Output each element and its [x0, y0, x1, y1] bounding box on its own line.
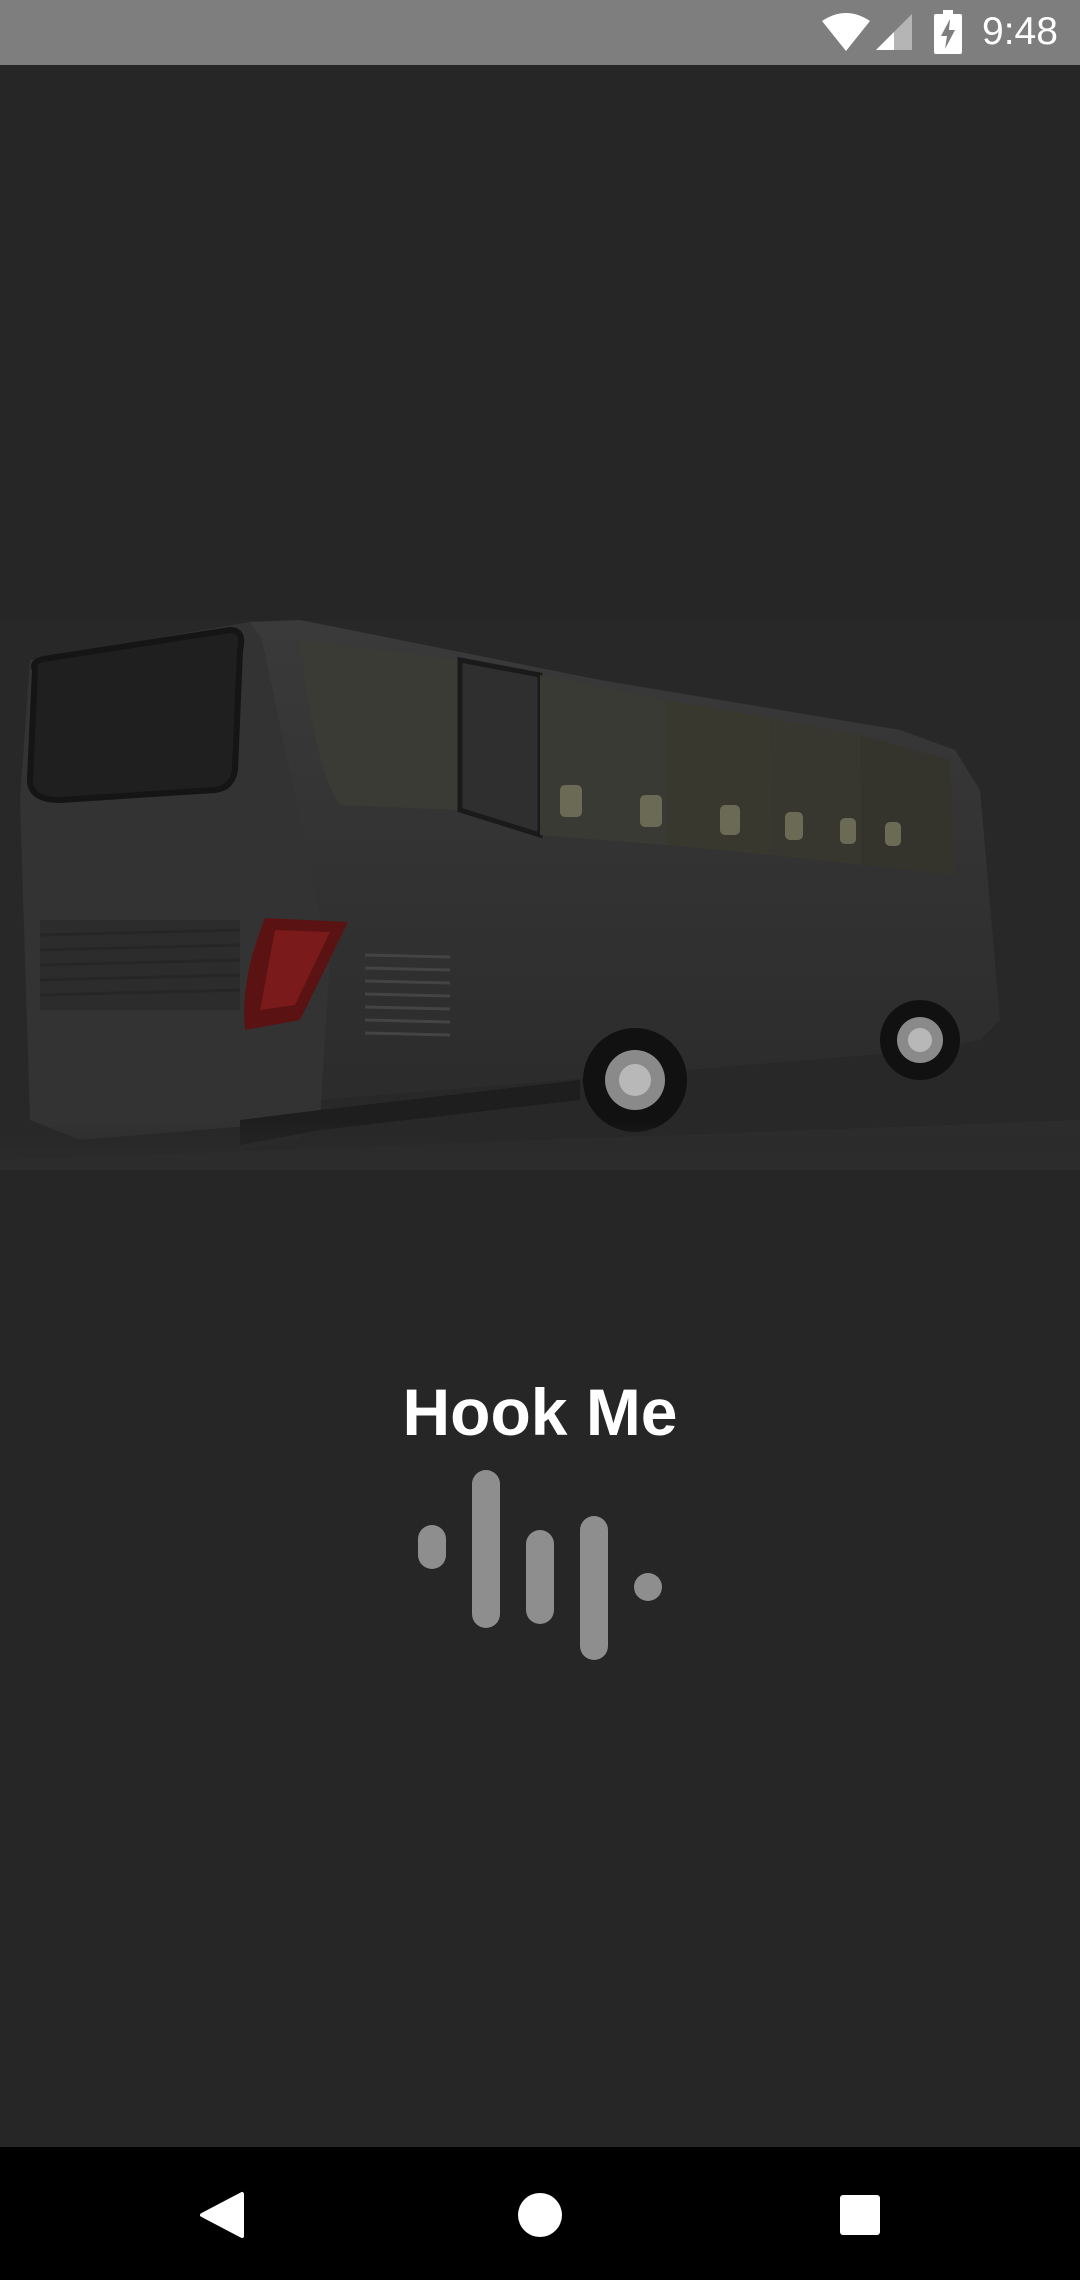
battery-charging-icon [934, 10, 962, 54]
app-title: Hook Me [402, 1375, 678, 1449]
loader-bar-4 [580, 1516, 608, 1660]
navigation-bar [0, 2147, 1080, 2280]
back-button[interactable] [170, 2164, 270, 2264]
recents-button[interactable] [810, 2164, 910, 2264]
loader-bar-2 [472, 1470, 500, 1628]
loader-bar-1 [418, 1525, 446, 1569]
home-button[interactable] [490, 2164, 590, 2264]
wifi-icon [822, 13, 870, 51]
cell-signal-icon [876, 14, 912, 50]
bus-hero-image [0, 620, 1080, 1170]
status-time: 9:48 [982, 10, 1058, 53]
status-bar: 9:48 [0, 0, 1080, 65]
loader-bar-5 [634, 1573, 662, 1601]
back-icon [200, 2192, 244, 2238]
home-icon [518, 2193, 562, 2237]
recents-icon [840, 2195, 880, 2235]
loader-bar-3 [526, 1530, 554, 1624]
